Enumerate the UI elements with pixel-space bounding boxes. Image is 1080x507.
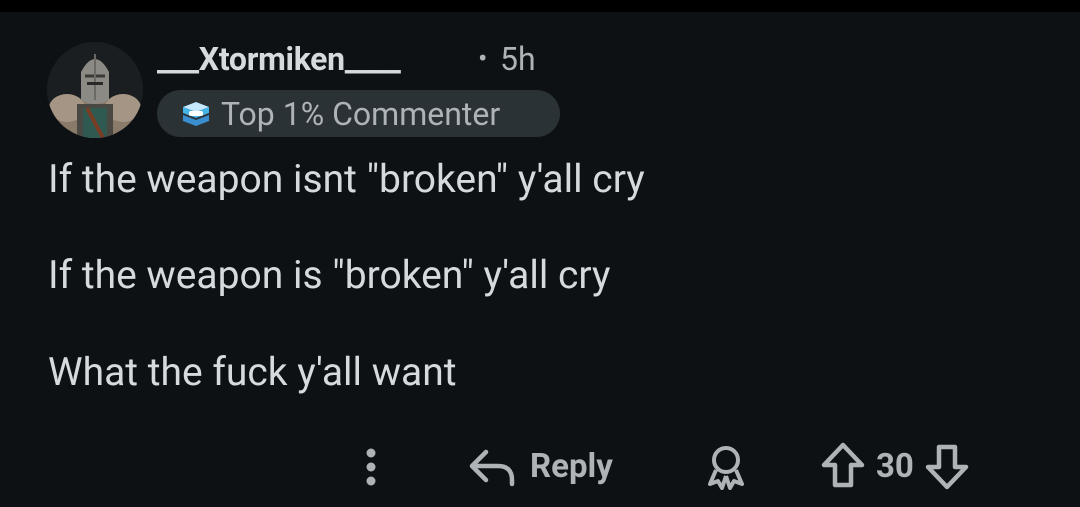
reply-label: Reply [530,446,613,486]
badge-label: Top 1% Commenter [221,94,501,133]
comment-body-line: If the weapon is "broken" y'all cry [48,252,611,298]
comment-action-bar: Reply 30 [0,436,1080,496]
avatar[interactable] [47,42,143,138]
commenter-badge-icon [183,101,209,126]
upvote-arrow-icon[interactable] [820,441,866,491]
meta-separator: • [478,42,488,75]
comment-timestamp: 5h [500,40,536,78]
commenter-badge[interactable]: Top 1% Commenter [157,90,560,137]
reply-arrow-icon [469,449,515,487]
comment-body-line: If the weapon isnt "broken" y'all cry [48,156,645,202]
vote-count: 30 [876,446,914,486]
comment-author[interactable]: ___Xtormiken____ [157,40,401,78]
comment-body-line: What the fuck y'all want [48,349,457,395]
more-icon[interactable] [355,444,387,490]
status-bar-edge [0,0,1080,12]
reply-button[interactable]: Reply [468,440,613,492]
vote-controls: 30 [820,440,970,492]
downvote-arrow-icon[interactable] [924,441,970,491]
award-icon[interactable] [702,442,750,490]
